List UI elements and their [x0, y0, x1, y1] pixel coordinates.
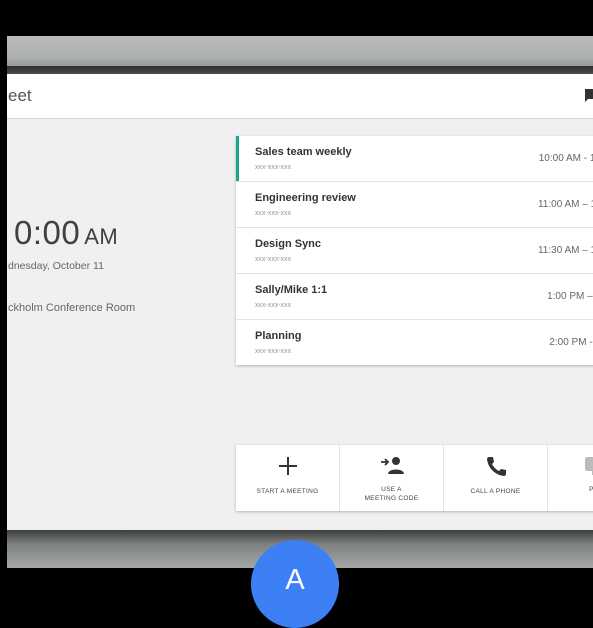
meeting-time: 11:00 AM – 11	[537, 199, 593, 210]
flag-icon[interactable]	[584, 89, 593, 103]
meeting-item-sally-mike[interactable]: Sally/Mike 1:1 xxx-xxx-xxx 1:00 PM – 1	[236, 274, 593, 320]
meeting-time: 2:00 PM - 3	[549, 337, 593, 348]
photo-wall-top	[7, 36, 593, 70]
current-date: dnesday, October 11	[8, 260, 104, 272]
start-meeting-button[interactable]: START A MEETING	[236, 445, 340, 511]
use-meeting-code-button[interactable]: USE A MEETING CODE	[340, 445, 444, 511]
meeting-title: Engineering review	[255, 192, 356, 204]
avatar-letter: A	[285, 564, 305, 596]
meeting-code: xxx-xxx-xxx	[255, 302, 292, 309]
current-time: 0:00 AM	[14, 214, 118, 252]
call-phone-button[interactable]: CALL A PHONE	[444, 445, 548, 511]
meeting-title: Sally/Mike 1:1	[255, 284, 328, 296]
clock-ampm: AM	[84, 224, 119, 249]
action-bar: START A MEETING USE A MEETING CODE CALL …	[236, 445, 593, 511]
photo-left-border	[0, 36, 7, 597]
present-button[interactable]: PRESENT ON	[548, 445, 593, 511]
phone-icon	[486, 457, 506, 476]
meeting-list: Sales team weekly xxx-xxx-xxx 10:00 AM -…	[236, 136, 593, 365]
meeting-title: Design Sync	[255, 238, 322, 250]
add-person-icon	[380, 457, 404, 474]
clock-time: 0:00	[14, 214, 81, 251]
plus-icon	[278, 457, 297, 475]
meet-screen: eet 0:00 AM dnesday, October 11 ckholm Co…	[7, 74, 593, 530]
app-title: eet	[8, 86, 32, 105]
meeting-time: 11:30 AM – 11	[537, 245, 593, 256]
meeting-code: xxx-xxx-xxx	[255, 256, 292, 263]
meeting-item-sales-team-weekly[interactable]: Sales team weekly xxx-xxx-xxx 10:00 AM -…	[236, 136, 593, 182]
use-meeting-code-label: USE A MEETING CODE	[364, 486, 419, 502]
start-meeting-label: START A MEETING	[256, 488, 319, 495]
meeting-item-engineering-review[interactable]: Engineering review xxx-xxx-xxx 11:00 AM …	[236, 182, 593, 228]
meeting-item-design-sync[interactable]: Design Sync xxx-xxx-xxx 11:30 AM – 11	[236, 228, 593, 274]
photo-ceiling-edge	[7, 66, 593, 74]
present-icon	[585, 457, 593, 475]
photo-top-border	[0, 0, 593, 36]
meeting-title: Planning	[255, 330, 302, 342]
meeting-code: xxx-xxx-xxx	[255, 348, 292, 355]
meeting-time: 10:00 AM - 10	[538, 153, 593, 164]
room-name: ckholm Conference Room	[8, 302, 136, 314]
app-bar: eet	[7, 74, 593, 119]
call-phone-label: CALL A PHONE	[470, 488, 521, 495]
meeting-time: 1:00 PM – 1	[547, 291, 593, 302]
meeting-item-planning[interactable]: Planning xxx-xxx-xxx 2:00 PM - 3	[236, 320, 593, 365]
present-label: PRESENT ON	[589, 486, 593, 493]
avatar[interactable]: A	[251, 540, 339, 628]
meeting-code: xxx-xxx-xxx	[255, 210, 292, 217]
meeting-title: Sales team weekly	[255, 146, 352, 158]
meeting-code: xxx-xxx-xxx	[255, 164, 292, 171]
